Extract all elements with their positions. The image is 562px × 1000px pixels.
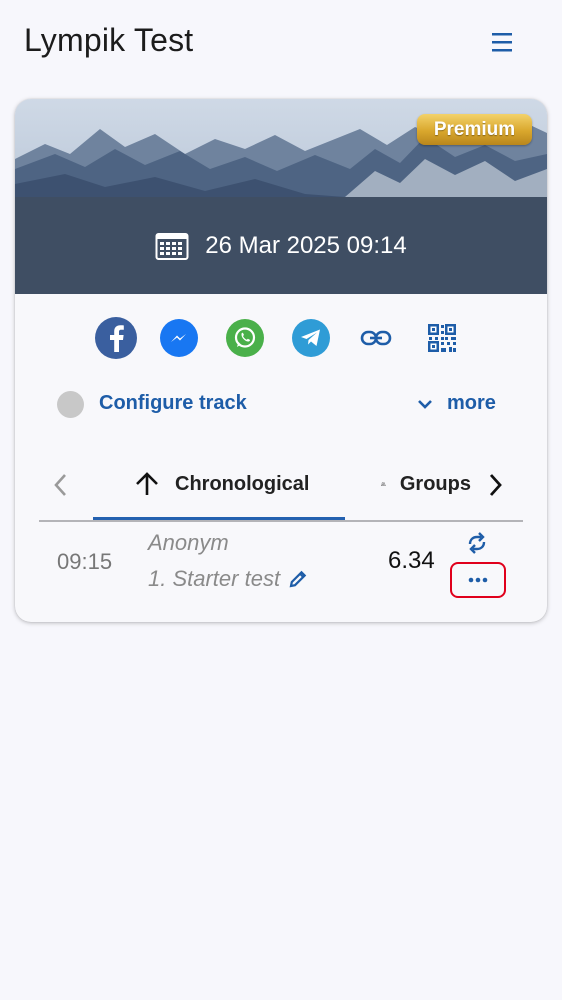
tab-groups-label: Groups bbox=[399, 472, 471, 495]
chevron-down-icon bbox=[418, 399, 432, 409]
event-datetime: 26 Mar 2025 09:14 bbox=[205, 231, 407, 259]
tab-chronological[interactable]: Chronological bbox=[133, 454, 309, 514]
share-facebook-button[interactable] bbox=[95, 317, 137, 359]
sync-button[interactable] bbox=[466, 531, 488, 560]
tab-active-indicator bbox=[93, 517, 345, 520]
result-row[interactable]: 09:15 Anonym 1. Starter test 6.34 bbox=[15, 527, 547, 607]
share-messenger-button[interactable] bbox=[160, 319, 198, 357]
qr-code-icon bbox=[428, 324, 456, 352]
tabs-divider bbox=[39, 520, 523, 522]
more-actions-button[interactable] bbox=[450, 562, 506, 598]
chevron-left-icon bbox=[54, 474, 66, 496]
telegram-icon bbox=[301, 329, 320, 346]
group-icon bbox=[381, 482, 386, 486]
more-horizontal-icon bbox=[468, 577, 488, 583]
edit-button[interactable] bbox=[288, 569, 308, 589]
hamburger-menu-icon bbox=[492, 33, 512, 52]
pencil-icon bbox=[289, 570, 307, 588]
more-label: more bbox=[447, 392, 496, 414]
premium-badge: Premium bbox=[417, 114, 532, 145]
share-telegram-button[interactable] bbox=[292, 319, 330, 357]
calendar-icon bbox=[155, 232, 189, 260]
link-icon bbox=[360, 330, 392, 346]
result-value: 6.34 bbox=[388, 547, 435, 574]
result-athlete-name: Anonym bbox=[148, 530, 229, 555]
app-title: Lympik Test bbox=[24, 22, 194, 58]
event-banner[interactable]: Premium 26 Mar 2025 09:14 bbox=[15, 99, 547, 294]
facebook-icon bbox=[110, 325, 124, 352]
chevron-right-icon bbox=[489, 474, 502, 496]
share-whatsapp-button[interactable] bbox=[226, 319, 264, 357]
messenger-icon bbox=[171, 334, 186, 342]
event-card: Premium 26 Mar 2025 09:14 Configure trac… bbox=[15, 99, 547, 622]
results-tabs: Chronological Groups bbox=[39, 454, 523, 522]
tab-scroll-left-button[interactable] bbox=[53, 472, 69, 503]
arrow-up-icon bbox=[136, 472, 158, 495]
event-date-row: 26 Mar 2025 09:14 bbox=[15, 197, 547, 294]
sync-icon bbox=[468, 532, 486, 554]
qr-code-button[interactable] bbox=[426, 322, 458, 354]
menu-button[interactable] bbox=[488, 30, 516, 56]
configure-track-link[interactable]: Configure track bbox=[99, 392, 247, 415]
configure-track-row: Configure track more bbox=[57, 389, 517, 419]
tab-scroll-right-button[interactable] bbox=[487, 472, 503, 503]
more-toggle[interactable]: more bbox=[417, 392, 496, 415]
track-status-dot bbox=[57, 391, 84, 418]
copy-link-button[interactable] bbox=[358, 320, 394, 356]
whatsapp-icon bbox=[234, 327, 256, 348]
tab-groups[interactable]: Groups bbox=[381, 454, 471, 514]
result-track: 1. Starter test bbox=[148, 566, 308, 592]
result-track-label: 1. Starter test bbox=[148, 566, 281, 591]
result-time: 09:15 bbox=[57, 549, 113, 574]
share-row bbox=[95, 317, 458, 359]
tab-chronological-label: Chronological bbox=[175, 472, 310, 495]
